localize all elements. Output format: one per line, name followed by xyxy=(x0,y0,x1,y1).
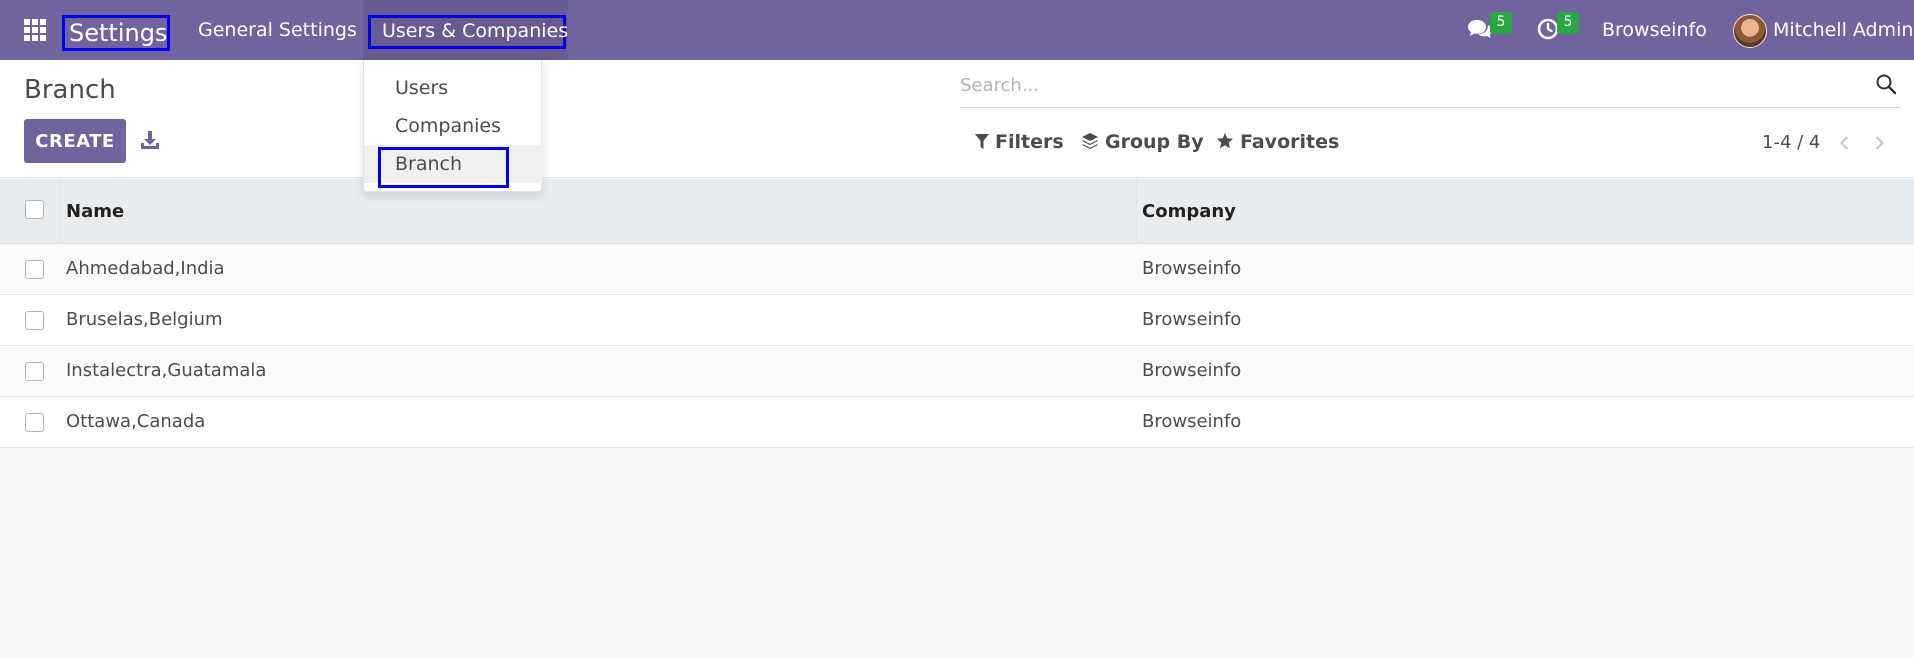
star-icon xyxy=(1216,132,1234,156)
select-all-checkbox[interactable] xyxy=(25,200,44,219)
top-navbar: Settings General Settings Users & Compan… xyxy=(0,0,1914,60)
filter-icon xyxy=(975,132,989,156)
column-separator xyxy=(59,179,60,244)
row-checkbox[interactable] xyxy=(25,311,44,330)
table-body: Ahmedabad,India Browseinfo Bruselas,Belg… xyxy=(0,244,1914,448)
user-avatar[interactable] xyxy=(1733,14,1767,48)
user-menu[interactable]: Mitchell Admin xyxy=(1773,18,1913,42)
app-brand-settings[interactable]: Settings xyxy=(62,15,170,51)
cell-company: Browseinfo xyxy=(1142,411,1242,432)
users-companies-dropdown: Users Companies Branch xyxy=(363,60,543,192)
cell-name: Bruselas,Belgium xyxy=(66,309,223,330)
dropdown-item-branch[interactable]: Branch xyxy=(364,145,543,183)
menu-general-settings[interactable]: General Settings xyxy=(198,18,357,42)
search-input[interactable] xyxy=(960,70,1850,100)
table-row[interactable]: Ahmedabad,India Browseinfo xyxy=(0,244,1914,295)
column-header-company[interactable]: Company xyxy=(1142,200,1236,224)
filters-label: Filters xyxy=(995,131,1064,153)
cell-name: Instalectra,Guatamala xyxy=(66,360,267,381)
search-icon[interactable] xyxy=(1874,72,1898,96)
messages-count-badge: 5 xyxy=(1490,12,1512,34)
row-checkbox[interactable] xyxy=(25,413,44,432)
cell-company: Browseinfo xyxy=(1142,309,1242,330)
dropdown-item-users[interactable]: Users xyxy=(364,69,543,107)
row-checkbox[interactable] xyxy=(25,362,44,381)
dropdown-item-companies[interactable]: Companies xyxy=(364,107,543,145)
cell-name: Ottawa,Canada xyxy=(66,411,206,432)
activities-count-badge: 5 xyxy=(1557,12,1579,34)
table-row[interactable]: Bruselas,Belgium Browseinfo xyxy=(0,295,1914,346)
row-checkbox[interactable] xyxy=(25,260,44,279)
menu-users-companies[interactable]: Users & Companies xyxy=(368,15,568,49)
table-row[interactable]: Instalectra,Guatamala Browseinfo xyxy=(0,346,1914,397)
layers-icon xyxy=(1081,132,1099,156)
cell-company: Browseinfo xyxy=(1142,258,1242,279)
group-by-label: Group By xyxy=(1105,131,1204,153)
create-button[interactable]: CREATE xyxy=(24,119,126,163)
cell-name: Ahmedabad,India xyxy=(66,258,225,279)
favorites-label: Favorites xyxy=(1240,131,1340,153)
table-row[interactable]: Ottawa,Canada Browseinfo xyxy=(0,397,1914,448)
column-header-name[interactable]: Name xyxy=(66,200,124,224)
pager-value[interactable]: 1-4 / 4 xyxy=(1762,131,1820,155)
apps-menu-icon[interactable] xyxy=(24,19,46,41)
table-header: Name Company xyxy=(0,179,1914,244)
chevron-left-icon[interactable] xyxy=(1836,134,1854,152)
filters-button[interactable]: Filters xyxy=(975,130,1064,156)
branch-list-table: Name Company Ahmedabad,India Browseinfo … xyxy=(0,179,1914,448)
group-by-button[interactable]: Group By xyxy=(1081,130,1204,156)
company-switcher[interactable]: Browseinfo xyxy=(1602,18,1707,42)
cell-company: Browseinfo xyxy=(1142,360,1242,381)
favorites-button[interactable]: Favorites xyxy=(1216,130,1339,156)
download-icon[interactable] xyxy=(138,128,162,152)
chevron-right-icon[interactable] xyxy=(1870,134,1888,152)
page-title: Branch xyxy=(24,75,116,105)
column-separator xyxy=(1136,179,1137,244)
